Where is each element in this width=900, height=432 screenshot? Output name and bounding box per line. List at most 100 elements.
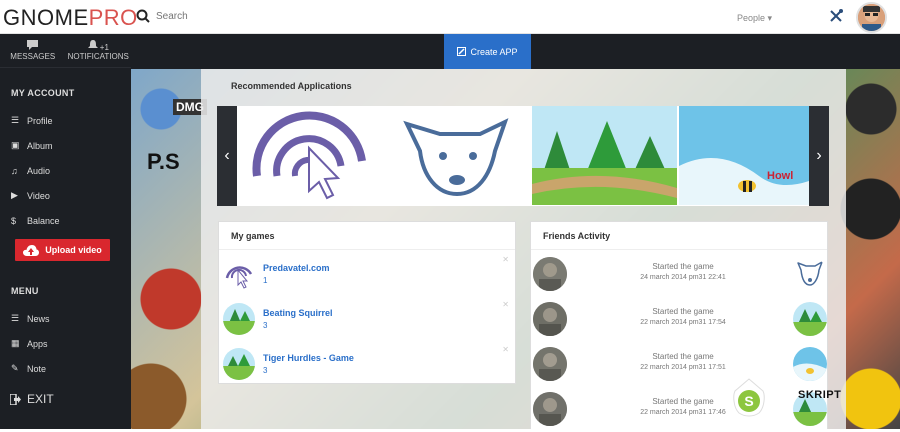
video-icon: ▶ — [11, 190, 18, 200]
dollar-icon: $ — [11, 215, 17, 226]
search-icon[interactable] — [136, 9, 150, 23]
upload-video-button[interactable]: Upload video — [15, 239, 110, 261]
bee-game-icon — [793, 347, 827, 381]
people-dropdown[interactable]: People ▾ — [737, 13, 772, 24]
sidebar-item-audio[interactable]: ♫ Audio — [0, 158, 131, 183]
notifications-button[interactable]: +1 NOTIFICATIONS — [66, 34, 132, 67]
jungle-game-icon — [223, 347, 255, 380]
sidebar-item-video[interactable]: ▶ Video — [0, 183, 131, 208]
logo[interactable]: GNOMEPRO — [3, 5, 138, 31]
activity-action: Started the game — [652, 397, 714, 406]
pencil-icon: ✎ — [11, 363, 19, 373]
activity-row: Started the game 22 march 2014 pm31 17:54 — [533, 297, 829, 342]
music-icon: ♫ — [11, 165, 18, 176]
chat-icon — [27, 40, 39, 50]
activity-action: Started the game — [652, 352, 714, 361]
friend-avatar[interactable] — [533, 392, 567, 426]
game-name[interactable]: Tiger Hurdles - Game — [263, 353, 354, 363]
my-games-panel: My games Predavatel.com 1 ✕ Beating Squir… — [218, 221, 516, 384]
bee-game-icon — [679, 106, 809, 205]
messages-label: MESSAGES — [10, 52, 56, 61]
create-app-button[interactable]: Create APP — [444, 34, 531, 69]
friend-avatar[interactable] — [533, 302, 567, 336]
exit-button[interactable]: EXIT — [10, 392, 54, 406]
friend-avatar[interactable] — [533, 257, 567, 291]
jungle-game-icon — [793, 302, 827, 336]
dog-logo-icon — [385, 106, 530, 205]
notification-badge: +1 — [99, 43, 109, 52]
app-card-vk-dog[interactable] — [385, 106, 530, 205]
sidebar-item-balance[interactable]: $ Balance — [0, 208, 131, 233]
app-card-bee[interactable]: Howl — [679, 106, 809, 205]
sidebar: MESSAGES +1 NOTIFICATIONS MY ACCOUNT ☰ Pr… — [0, 34, 131, 429]
activity-row: Started the game 24 march 2014 pm31 22:41 — [533, 252, 829, 297]
activity-game-thumb[interactable] — [793, 347, 827, 381]
activity-row: Started the game 22 march 2014 pm31 17:51 — [533, 342, 829, 387]
viber-logo-icon — [237, 106, 382, 205]
sidebar-item-news[interactable]: ☰ News — [0, 306, 131, 331]
activity-action: Started the game — [652, 262, 714, 271]
game-name[interactable]: Predavatel.com — [263, 263, 330, 273]
sidebar-item-album[interactable]: ▣ Album — [0, 133, 131, 158]
friends-activity-panel: Friends Activity Started the game 24 marc… — [530, 221, 828, 429]
game-thumb — [223, 347, 255, 380]
game-thumb — [223, 257, 255, 290]
messages-button[interactable]: MESSAGES — [0, 34, 66, 67]
recommended-title: Recommended Applications — [231, 81, 352, 91]
activity-game-thumb[interactable] — [793, 302, 827, 336]
notifications-label: NOTIFICATIONS — [67, 52, 129, 61]
chevron-right-icon: › — [816, 147, 822, 164]
activity-action: Started the game — [652, 307, 714, 316]
cloud-upload-icon — [23, 244, 40, 256]
bee-game-text: Howl — [767, 170, 794, 182]
list-icon: ☰ — [11, 115, 20, 125]
my-games-title: My games — [219, 222, 515, 250]
tools-icon[interactable] — [828, 8, 844, 24]
image-icon: ▣ — [11, 140, 20, 150]
chevron-left-icon: ‹ — [224, 147, 230, 164]
game-count: 3 — [263, 365, 268, 375]
carousel-prev-button[interactable]: ‹ — [217, 106, 237, 206]
sidebar-item-profile[interactable]: ☰ Profile — [0, 108, 131, 133]
skript-watermark: SKRIPT — [798, 389, 842, 401]
jungle-game-icon — [532, 106, 677, 205]
friends-activity-title: Friends Activity — [531, 222, 827, 250]
list-icon: ☰ — [11, 313, 20, 323]
close-icon[interactable]: ✕ — [502, 255, 509, 264]
ps-text: P.S — [147, 149, 180, 174]
game-thumb — [223, 302, 255, 335]
app-card-jungle[interactable] — [532, 106, 677, 205]
game-count: 3 — [263, 320, 268, 330]
friend-avatar[interactable] — [533, 347, 567, 381]
carousel-next-button[interactable]: › — [809, 106, 829, 206]
activity-row: Started the game 22 march 2014 pm31 17:46 — [533, 387, 829, 432]
bell-icon — [87, 40, 98, 48]
game-row[interactable]: Tiger Hurdles - Game 3 ✕ — [223, 341, 513, 386]
activity-game-thumb[interactable] — [793, 257, 827, 291]
activity-time: 22 march 2014 pm31 17:51 — [640, 364, 726, 371]
my-account-title: MY ACCOUNT — [11, 88, 75, 98]
game-name[interactable]: Beating Squirrel — [263, 308, 333, 318]
app-card-viber[interactable] — [237, 106, 382, 205]
close-icon[interactable]: ✕ — [502, 345, 509, 354]
activity-time: 24 march 2014 pm31 22:41 — [640, 274, 726, 281]
game-row[interactable]: Beating Squirrel 3 ✕ — [223, 296, 513, 341]
grid-icon: ▦ — [11, 338, 20, 348]
top-bar: GNOMEPRO People ▾ — [0, 0, 900, 34]
search-box — [136, 9, 356, 23]
search-input[interactable] — [156, 10, 356, 22]
edit-icon — [457, 47, 467, 56]
dog-logo-icon — [793, 257, 827, 291]
close-icon[interactable]: ✕ — [502, 300, 509, 309]
menu-title: MENU — [11, 286, 39, 296]
user-avatar[interactable] — [856, 2, 887, 33]
activity-time: 22 march 2014 pm31 17:54 — [640, 319, 726, 326]
skript-badge-icon[interactable]: S — [731, 377, 767, 417]
sign-out-icon — [10, 393, 21, 405]
game-row[interactable]: Predavatel.com 1 ✕ — [223, 251, 513, 296]
game-count: 1 — [263, 275, 268, 285]
sidebar-item-note[interactable]: ✎ Note — [0, 356, 131, 381]
jungle-game-icon — [223, 302, 255, 335]
sidebar-item-apps[interactable]: ▦ Apps — [0, 331, 131, 356]
skript-badge-letter: S — [744, 393, 753, 409]
